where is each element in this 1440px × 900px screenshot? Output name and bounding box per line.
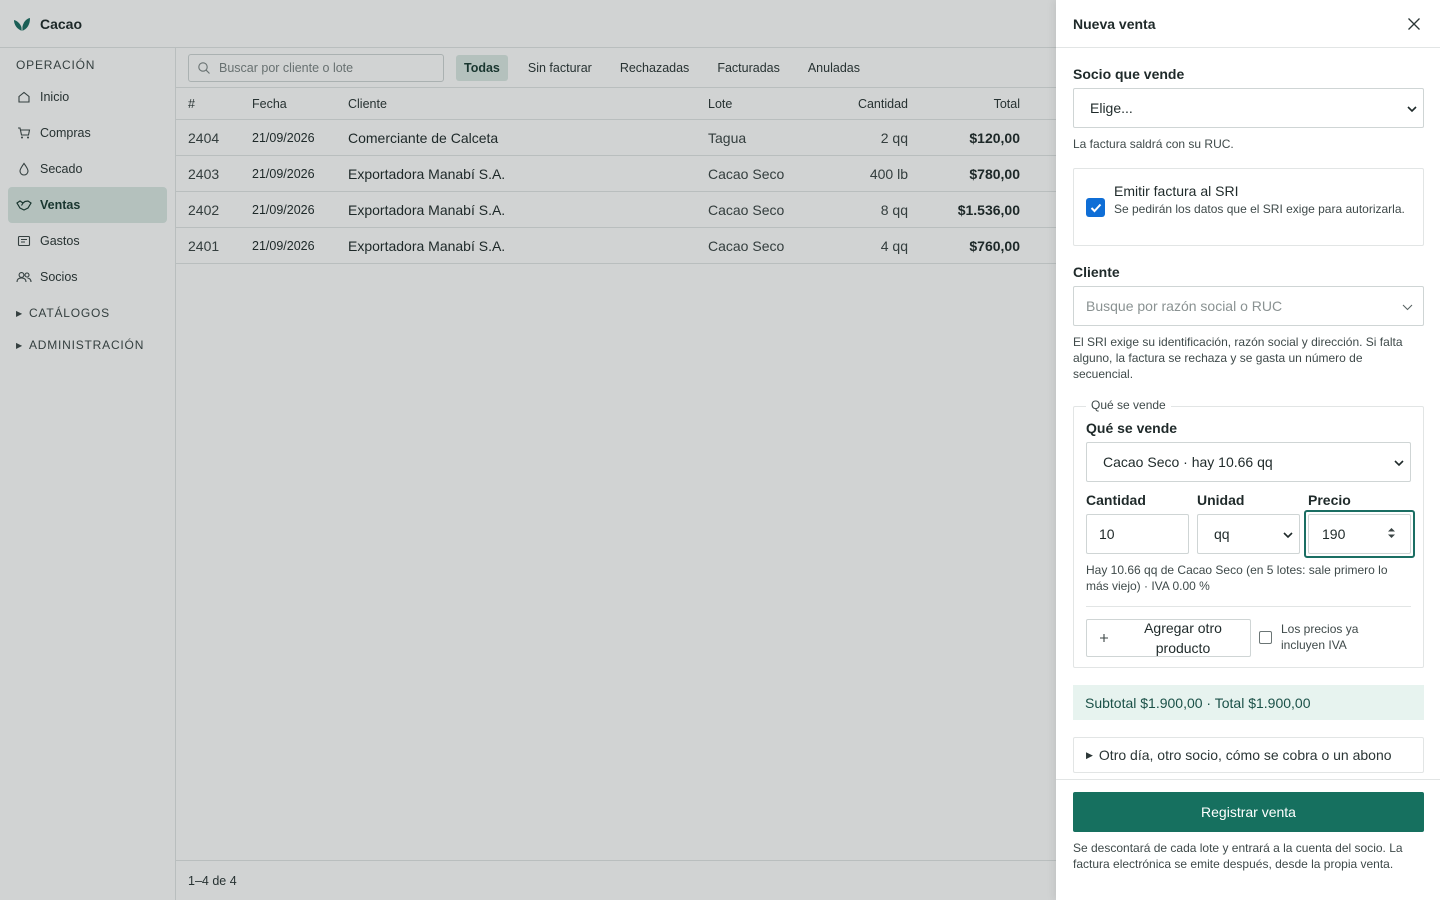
unidad-label: Unidad (1197, 492, 1245, 508)
product-select[interactable]: Cacao Seco · hay 10.66 qq (1086, 442, 1411, 482)
drawer-header: Nueva venta (1056, 0, 1440, 48)
product-label: Qué se vende (1086, 420, 1178, 436)
footer-hint: Se descontará de cada lote y entrará a l… (1073, 841, 1403, 871)
sri-option-texts: Emitir factura al SRI Se pedirán los dat… (1114, 183, 1405, 245)
more-options-toggle[interactable]: ▶ Otro día, otro socio, cómo se cobra o … (1073, 737, 1424, 773)
sri-option-card[interactable]: Emitir factura al SRI Se pedirán los dat… (1073, 168, 1424, 246)
caret-right-icon: ▶ (1086, 749, 1093, 760)
drawer-form: Socio que vende Elige... La factura sald… (1073, 48, 1424, 779)
sri-option-label: Emitir factura al SRI (1114, 183, 1239, 199)
precio-input-focused[interactable]: 190 (1304, 510, 1415, 558)
unidad-select[interactable]: qq (1197, 514, 1300, 554)
cantidad-value: 10 (1099, 526, 1115, 542)
new-sale-drawer: Nueva venta Socio que vende Elige... La … (1056, 0, 1440, 900)
product-stock-hint: Hay 10.66 qq de Cacao Seco (en 5 lotes: … (1086, 563, 1388, 593)
cantidad-input[interactable]: 10 (1086, 514, 1189, 554)
socio-hint: La factura saldrá con su RUC. (1073, 137, 1234, 151)
cliente-placeholder: Busque por razón social o RUC (1086, 298, 1283, 314)
product-select-value: Cacao Seco · hay 10.66 qq (1103, 454, 1273, 470)
divider (1086, 606, 1411, 607)
more-options-label: Otro día, otro socio, cómo se cobra o un… (1098, 747, 1392, 763)
add-product-label: Agregar otro producto (1144, 620, 1222, 656)
socio-select[interactable]: Elige... (1073, 88, 1424, 128)
totals-summary: Subtotal $1.900,00 · Total $1.900,00 (1073, 685, 1424, 720)
cliente-label: Cliente (1073, 264, 1120, 280)
socio-select-value: Elige... (1090, 100, 1133, 116)
product-legend: Qué se vende (1086, 398, 1171, 412)
add-product-button[interactable]: Agregar otro producto (1086, 619, 1251, 657)
chevron-down-icon (1402, 298, 1413, 314)
plus-icon (1099, 633, 1109, 643)
cliente-combobox[interactable]: Busque por razón social o RUC (1073, 286, 1424, 326)
sri-option-hint: Se pedirán los datos que el SRI exige pa… (1114, 202, 1405, 216)
chevron-down-icon (1283, 526, 1293, 542)
chevron-down-icon (1394, 454, 1404, 470)
iva-included-label: Los precios ya incluyen IVA (1281, 622, 1359, 652)
register-sale-button[interactable]: Registrar venta (1073, 792, 1424, 832)
drawer-title: Nueva venta (1073, 15, 1156, 32)
close-button[interactable] (1404, 14, 1424, 34)
close-icon (1408, 17, 1420, 30)
cantidad-label: Cantidad (1086, 492, 1146, 508)
modal-backdrop[interactable] (0, 0, 1056, 900)
cliente-hint: El SRI exige su identificación, razón so… (1073, 335, 1403, 381)
number-spinner-icon[interactable] (1387, 526, 1396, 542)
socio-label: Socio que vende (1073, 66, 1185, 82)
product-fieldset: Qué se vende Qué se vende Cacao Seco · h… (1073, 398, 1424, 668)
iva-included-option[interactable]: Los precios ya incluyen IVA (1259, 621, 1391, 653)
chevron-down-icon (1407, 100, 1417, 116)
precio-label: Precio (1308, 492, 1351, 508)
precio-input[interactable]: 190 (1308, 514, 1411, 554)
check-icon (1090, 203, 1101, 212)
drawer-footer: Registrar venta Se descontará de cada lo… (1056, 779, 1440, 900)
precio-value: 190 (1322, 526, 1346, 542)
iva-included-checkbox[interactable] (1259, 630, 1272, 644)
sri-checkbox[interactable] (1086, 198, 1105, 217)
unidad-value: qq (1214, 526, 1230, 542)
